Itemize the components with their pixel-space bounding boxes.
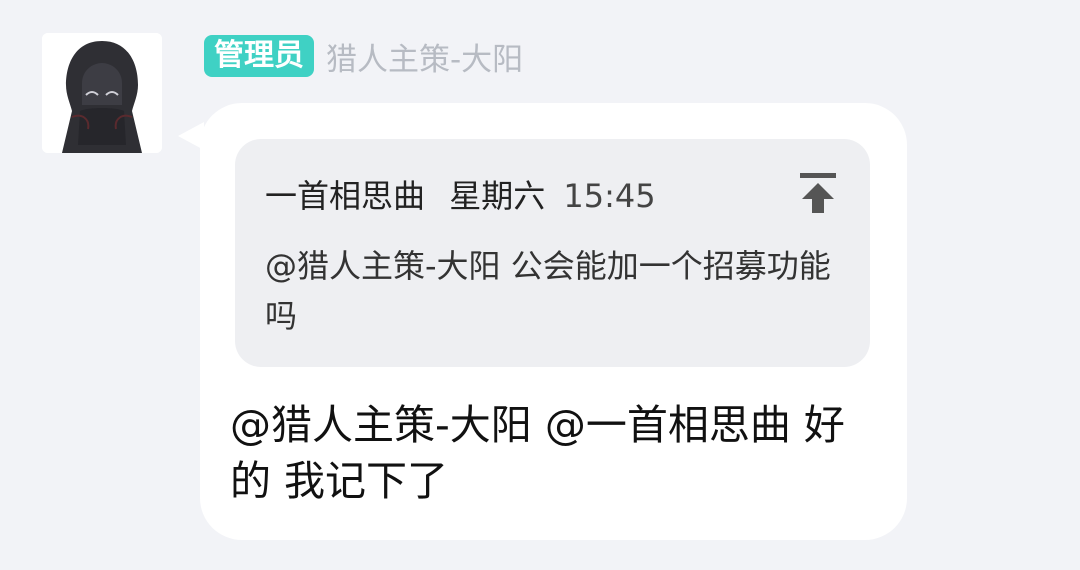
arrow-up-to-top-icon[interactable]: [798, 171, 838, 215]
message-bubble[interactable]: 一首相思曲 星期六 15:45 @猎人主策-大阳 公会能加一个招募功能吗 @猎人…: [200, 103, 907, 540]
quote-time: 15:45: [563, 177, 656, 215]
sender-name[interactable]: 猎人主策-大阳: [326, 34, 523, 79]
quote-day: 星期六: [449, 177, 546, 215]
sender-row: 管理员 猎人主策-大阳: [204, 34, 523, 79]
quote-text: @猎人主策-大阳 公会能加一个招募功能吗: [265, 247, 831, 335]
message-text: @猎人主策-大阳 @一首相思曲 好的 我记下了: [230, 401, 845, 505]
admin-badge: 管理员: [204, 35, 314, 77]
quote-author: 一首相思曲: [265, 177, 426, 215]
hooded-figure-icon: [42, 33, 162, 153]
quote-header: 一首相思曲 星期六 15:45: [265, 171, 656, 217]
quoted-message[interactable]: 一首相思曲 星期六 15:45 @猎人主策-大阳 公会能加一个招募功能吗: [235, 139, 870, 367]
avatar[interactable]: [42, 33, 162, 153]
